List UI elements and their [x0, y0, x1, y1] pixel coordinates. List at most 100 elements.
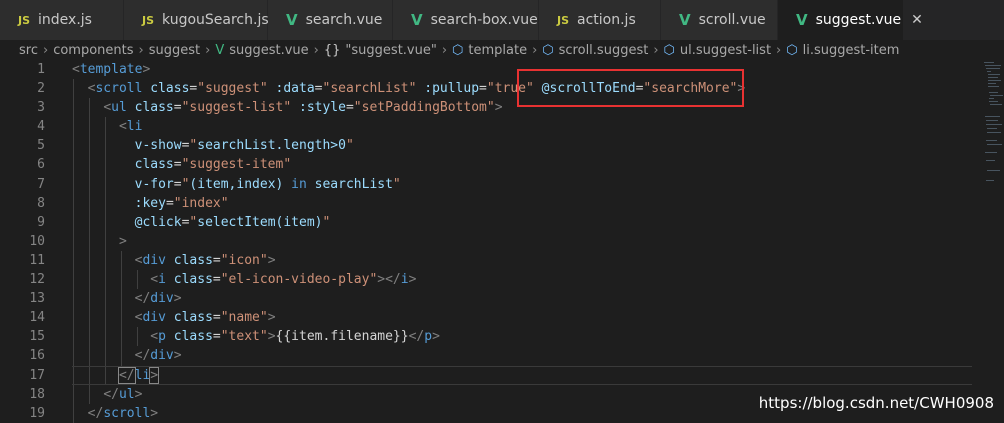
- code-line[interactable]: v-show="searchList.length>0": [72, 136, 972, 156]
- indent-guide: [73, 308, 74, 328]
- tab-search-box-vue[interactable]: V search-box.vue: [393, 0, 539, 40]
- indent-guide: [105, 250, 106, 271]
- vue-file-icon: V: [215, 42, 225, 58]
- token: ul: [118, 386, 135, 402]
- tab-suggest-vue[interactable]: V suggest.vue ✕: [778, 0, 923, 40]
- token: >: [377, 272, 386, 288]
- tab-label: search.vue: [305, 12, 383, 28]
- token: div: [150, 291, 174, 307]
- line-number: 5: [37, 138, 45, 154]
- code-line[interactable]: <div class="icon">: [72, 250, 972, 271]
- indent-guide: [73, 289, 74, 309]
- token: <: [150, 272, 159, 288]
- breadcrumb-item[interactable]: "suggest.vue": [345, 43, 436, 58]
- indent-guide: [105, 212, 106, 232]
- code-line[interactable]: <li: [72, 117, 972, 137]
- indent-guide: [121, 289, 122, 309]
- code-line[interactable]: </div>: [72, 346, 972, 366]
- breadcrumb-item[interactable]: li.suggest-item: [803, 43, 900, 58]
- indent-guide: [89, 117, 90, 137]
- close-icon[interactable]: ✕: [911, 12, 923, 28]
- token: >: [267, 329, 276, 345]
- code-line[interactable]: <i class="el-icon-video-play"></i>: [72, 270, 972, 290]
- token: ": [392, 176, 401, 192]
- code-line[interactable]: </div>: [72, 289, 972, 309]
- code-line[interactable]: :key="index": [72, 193, 972, 213]
- minimap[interactable]: [982, 60, 1004, 190]
- line-number: 16: [29, 348, 45, 364]
- breadcrumb: src › components › suggest › V suggest.v…: [0, 40, 1004, 60]
- line-number: 15: [29, 329, 45, 345]
- cube-icon: ⬡: [663, 42, 675, 58]
- token: "suggest-item": [181, 157, 292, 173]
- token: >: [134, 386, 143, 402]
- indent-guide: [89, 136, 90, 156]
- indent-guide: [137, 270, 138, 290]
- token: i: [400, 272, 409, 288]
- token: >: [408, 272, 417, 288]
- vue-file-icon: V: [411, 11, 423, 29]
- indent-guide: [105, 193, 106, 213]
- indent-guide: [73, 270, 74, 290]
- breadcrumb-item[interactable]: ul.suggest-list: [680, 43, 771, 58]
- token: :pullup: [424, 81, 480, 97]
- code-editor[interactable]: 1 2 3 4 5 6 7 8 9 10 11 12 13 14 15 16 1…: [0, 60, 1004, 423]
- token: <: [150, 329, 159, 345]
- code-line[interactable]: v-for="(item,index) in searchList": [72, 174, 972, 194]
- code-line[interactable]: @click="selectItem(item)": [72, 212, 972, 232]
- tab-kugousearch-js[interactable]: JS kugouSearch.js: [124, 0, 269, 40]
- indent-guide: [73, 155, 74, 175]
- indent-guide: [73, 327, 74, 347]
- token: scroll: [95, 81, 143, 97]
- indent-guide: [121, 308, 122, 328]
- breadcrumb-item[interactable]: scroll.suggest: [559, 43, 649, 58]
- code-line[interactable]: <p class="text">{{item.filename}}</p>: [72, 327, 972, 347]
- breadcrumb-item[interactable]: suggest: [149, 43, 200, 58]
- token: </: [87, 405, 104, 421]
- token: =: [479, 81, 487, 97]
- breadcrumb-item[interactable]: template: [468, 43, 527, 58]
- indent-guide: [105, 270, 106, 290]
- breadcrumb-item[interactable]: components: [53, 43, 133, 58]
- tab-index-js[interactable]: JS index.js: [0, 0, 124, 40]
- token: "searchList": [322, 81, 417, 97]
- code-line[interactable]: <div class="name">: [72, 308, 972, 328]
- tab-label: index.js: [38, 12, 92, 28]
- token: li: [134, 367, 151, 383]
- indent-guide: [73, 250, 74, 271]
- line-number: 17: [29, 367, 45, 383]
- token: =: [173, 100, 182, 116]
- chevron-right-icon: ›: [42, 42, 49, 58]
- token: class: [150, 81, 190, 97]
- breadcrumb-item[interactable]: src: [19, 43, 38, 58]
- js-file-icon: JS: [142, 13, 155, 27]
- token: "text": [220, 329, 268, 345]
- tab-action-js[interactable]: JS action.js: [539, 0, 661, 40]
- token: </: [134, 291, 151, 307]
- token: =: [212, 272, 221, 288]
- token: =: [314, 81, 323, 97]
- code-line[interactable]: >: [72, 231, 972, 251]
- token: class: [134, 100, 174, 116]
- cube-icon: ⬡: [786, 42, 798, 58]
- breadcrumb-item[interactable]: suggest.vue: [229, 43, 308, 58]
- token: "setPaddingBottom": [353, 100, 495, 116]
- token: {{item.filename}}: [275, 329, 409, 345]
- chevron-right-icon: ›: [313, 42, 319, 58]
- tab-scroll-vue[interactable]: V scroll.vue: [661, 0, 778, 40]
- indent-guide: [89, 327, 90, 347]
- indent-guide: [105, 327, 106, 347]
- line-number: 4: [37, 119, 45, 135]
- indent-guide: [73, 193, 74, 213]
- code-line[interactable]: class="suggest-item": [72, 155, 972, 175]
- indent-guide: [105, 308, 106, 328]
- code-lines[interactable]: <template> <scroll class="suggest" :data…: [72, 60, 972, 423]
- tab-search-vue[interactable]: V search.vue: [268, 0, 393, 40]
- token: =: [173, 157, 182, 173]
- chevron-right-icon: ›: [776, 42, 782, 58]
- indent-guide: [73, 384, 74, 404]
- token: "name": [220, 310, 268, 326]
- current-code-line[interactable]: </li>: [72, 365, 972, 385]
- token: i: [158, 272, 166, 288]
- watermark-text: https://blog.csdn.net/CWH0908: [758, 394, 994, 412]
